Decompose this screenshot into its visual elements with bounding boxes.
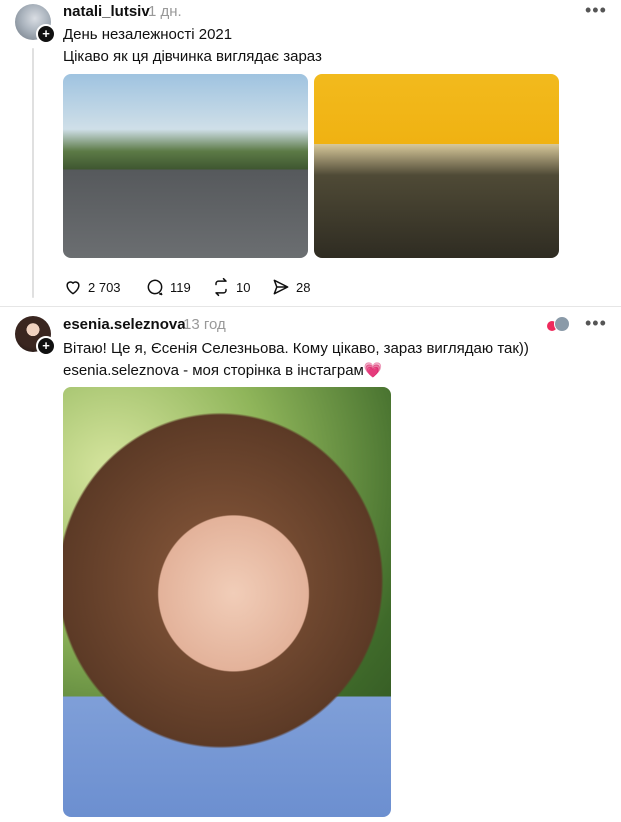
more-options-icon[interactable]: ••• (585, 0, 607, 21)
repost-button[interactable]: 10 (211, 277, 250, 297)
send-icon (273, 279, 289, 295)
username[interactable]: esenia.seleznova (63, 316, 186, 333)
heart-icon (66, 281, 80, 295)
share-button[interactable]: 28 (271, 277, 310, 297)
comment-icon (147, 279, 163, 296)
repost-count: 10 (236, 279, 251, 295)
username[interactable]: natali_lutsiv (63, 3, 150, 20)
comment-count: 119 (170, 279, 191, 295)
post-time: 13 год (183, 316, 226, 333)
post-text-line: День незалежності 2021 (63, 26, 233, 43)
thread-line (32, 48, 34, 298)
reaction-avatar (554, 316, 570, 332)
divider (0, 306, 621, 307)
post-text-line: Вітаю! Це я, Єсенія Селезньова. Кому цік… (63, 340, 529, 357)
watermark-logo-icon (454, 764, 494, 804)
comment-button[interactable]: 119 (145, 277, 191, 297)
pink-heart-emoji: 💗 (363, 362, 383, 379)
post-time: 1 дн. (148, 3, 182, 20)
post-image[interactable] (314, 74, 559, 258)
more-options-icon[interactable]: ••• (585, 313, 607, 334)
post-image[interactable] (63, 74, 308, 258)
post-text-line: Цікаво як ця дівчинка виглядає зараз (63, 48, 322, 65)
follow-plus-icon[interactable]: + (36, 336, 56, 356)
post-text: esenia.seleznova - моя сторінка в інстаг… (63, 362, 364, 379)
post-image[interactable] (63, 387, 391, 817)
share-count: 28 (296, 279, 311, 295)
follow-plus-icon[interactable]: + (36, 24, 56, 44)
watermark: OBOZ.UA (496, 769, 605, 794)
post-text-line: esenia.seleznova - моя сторінка в інстаг… (63, 360, 383, 382)
repost-icon (215, 277, 227, 297)
like-button[interactable]: 2 703 (63, 277, 121, 297)
like-count: 2 703 (88, 279, 121, 295)
